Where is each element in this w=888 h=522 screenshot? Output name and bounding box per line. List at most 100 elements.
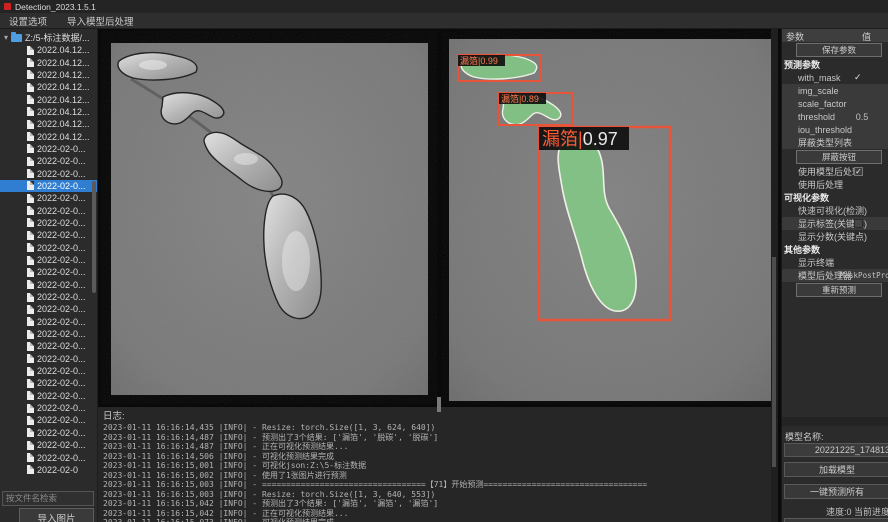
tree-item-label: 2022-02-0... xyxy=(37,267,86,277)
window-title: Detection_2023.1.5.1 xyxy=(15,2,96,12)
tree-item[interactable]: 2022-02-0... xyxy=(0,427,97,439)
tree-root-folder[interactable]: ▾ Z:/5-标注数据/... xyxy=(0,31,97,44)
tree-item-label: 2022.04.12... xyxy=(37,119,90,129)
postprocess-params-button[interactable]: 后处理参数设置 xyxy=(784,518,888,522)
tree-item[interactable]: 2022-02-0... xyxy=(0,254,97,266)
tree-item[interactable]: 2022-02-0... xyxy=(0,291,97,303)
checkmark-icon[interactable]: ✓ xyxy=(854,72,862,83)
log-line: 2023-01-11 16:16:14,435 |INFO| - Resize:… xyxy=(103,423,771,433)
tree-item[interactable]: 2022-02-0... xyxy=(0,377,97,389)
tree-item[interactable]: 2022.04.12... xyxy=(0,56,97,68)
tree-item[interactable]: 2022-02-0... xyxy=(0,204,97,216)
checkbox-unchecked[interactable] xyxy=(854,219,863,228)
param-name: img_scale xyxy=(798,86,839,96)
param-row[interactable]: threshold0.5 xyxy=(782,110,888,123)
panel-splitter-handle[interactable] xyxy=(437,397,441,412)
checkbox-checked[interactable]: ✓ xyxy=(854,167,863,176)
center-scrollbar-track[interactable] xyxy=(771,29,778,522)
tree-item[interactable]: 2022-02-0... xyxy=(0,328,97,340)
tree-item-label: 2022-02-0... xyxy=(37,329,86,339)
param-row[interactable]: 屏蔽类型列表 xyxy=(782,136,888,149)
file-icon xyxy=(27,218,34,227)
param-row[interactable]: scale_factor xyxy=(782,97,888,110)
file-icon xyxy=(27,107,34,116)
param-row[interactable]: 使用后处理 xyxy=(782,178,888,191)
tree-item[interactable]: 2022-02-0... xyxy=(0,242,97,254)
tree-item[interactable]: 2022.04.12... xyxy=(0,69,97,81)
tree-item-label: 2022-02-0... xyxy=(37,156,86,166)
param-section-header: 其他参数 xyxy=(782,243,888,256)
load-model-button[interactable]: 加载模型 xyxy=(784,462,888,477)
file-icon xyxy=(27,83,34,92)
file-icon xyxy=(27,404,34,413)
tree-item[interactable]: 2022-02-0... xyxy=(0,266,97,278)
tree-item[interactable]: 2022-02-0... xyxy=(0,340,97,352)
tree-item[interactable]: 2022-02-0... xyxy=(0,390,97,402)
tree-item[interactable]: 2022-02-0... xyxy=(0,180,97,192)
param-action-button[interactable]: 保存参数 xyxy=(796,43,882,57)
tree-item[interactable]: 2022-02-0... xyxy=(0,155,97,167)
tree-item[interactable]: 2022-02-0... xyxy=(0,353,97,365)
param-value[interactable]: 0.5 xyxy=(842,112,882,122)
param-row[interactable]: 模型后处理器MaskPostPro xyxy=(782,269,888,282)
param-section-header: 预测参数 xyxy=(782,58,888,71)
param-value[interactable]: MaskPostPro xyxy=(840,271,888,280)
tree-item[interactable]: 2022.04.12... xyxy=(0,106,97,118)
param-row[interactable]: with_mask✓ xyxy=(782,71,888,84)
tree-item[interactable]: 2022-02-0 xyxy=(0,464,97,476)
param-action-button[interactable]: 屏蔽按钮 xyxy=(796,150,882,164)
file-icon xyxy=(27,144,34,153)
original-image-panel[interactable] xyxy=(101,31,437,404)
file-tree-items: 2022.04.12...2022.04.12...2022.04.12...2… xyxy=(0,44,97,476)
tree-item[interactable]: 2022-02-0... xyxy=(0,402,97,414)
tree-item[interactable]: 2022.04.12... xyxy=(0,44,97,56)
tree-item-label: 2022.04.12... xyxy=(37,58,90,68)
log-line: 2023-01-11 16:16:15,042 |INFO| - 预测出了3个结… xyxy=(103,499,771,509)
tree-item[interactable]: 2022-02-0... xyxy=(0,365,97,377)
tree-item[interactable]: 2022-02-0... xyxy=(0,316,97,328)
log-lines: 2023-01-11 16:16:14,435 |INFO| - Resize:… xyxy=(103,423,771,522)
file-icon xyxy=(27,317,34,326)
param-action-button[interactable]: 重新预测 xyxy=(796,283,882,297)
menu-item-import-postprocess[interactable]: 导入模型后处理 xyxy=(67,14,134,28)
tree-item[interactable]: 2022.04.12... xyxy=(0,93,97,105)
tree-item[interactable]: 2022-02-0... xyxy=(0,229,97,241)
import-images-button[interactable]: 导入图片 xyxy=(19,508,94,522)
tree-item[interactable]: 2022-02-0... xyxy=(0,279,97,291)
tree-item[interactable]: 2022-02-0... xyxy=(0,414,97,426)
param-row[interactable]: img_scale xyxy=(782,84,888,97)
predict-all-button[interactable]: 一键预测所有 xyxy=(784,484,888,499)
file-icon xyxy=(27,181,34,190)
file-icon xyxy=(27,330,34,339)
prediction-image-panel[interactable]: 漏箔|0.99 漏箔|0.89 漏箔|0.97 xyxy=(442,31,778,404)
param-row[interactable]: 显示分数(关键点) xyxy=(782,230,888,243)
tree-item-label: 2022-02-0... xyxy=(37,255,86,265)
tree-item[interactable]: 2022.04.12... xyxy=(0,130,97,142)
file-sidebar: ▾ Z:/5-标注数据/... 2022.04.12...2022.04.12.… xyxy=(0,29,98,522)
tree-item[interactable]: 2022-02-0... xyxy=(0,451,97,463)
param-row[interactable]: 快速可视化(检测) xyxy=(782,204,888,217)
menu-item-settings[interactable]: 设置选项 xyxy=(9,14,47,28)
tree-item[interactable]: 2022.04.12... xyxy=(0,118,97,130)
tree-item[interactable]: 2022-02-0... xyxy=(0,217,97,229)
tree-item-label: 2022-02-0... xyxy=(37,230,86,240)
log-panel[interactable]: 日志: 2023-01-11 16:16:14,435 |INFO| - Res… xyxy=(98,406,771,522)
center-scrollbar-handle[interactable] xyxy=(772,257,776,467)
search-input[interactable]: 按文件名检索 xyxy=(2,491,94,506)
param-row[interactable]: iou_threshold xyxy=(782,123,888,136)
chevron-down-icon[interactable]: ▾ xyxy=(4,34,8,42)
tree-item[interactable]: 2022-02-0... xyxy=(0,439,97,451)
log-line: 2023-01-11 16:16:15,003 |INFO| - Resize:… xyxy=(103,490,771,500)
tree-item[interactable]: 2022-02-0... xyxy=(0,167,97,179)
model-name-field[interactable]: 20221225_174813 xyxy=(784,443,888,457)
tree-item[interactable]: 2022.04.12... xyxy=(0,81,97,93)
tree-item-label: 2022-02-0... xyxy=(37,341,86,351)
param-row[interactable]: 使用模型后处理✓ xyxy=(782,165,888,178)
tree-item[interactable]: 2022-02-0... xyxy=(0,143,97,155)
param-row[interactable]: 显示标签(关键点) xyxy=(782,217,888,230)
param-row[interactable]: 显示终端 xyxy=(782,256,888,269)
tree-item[interactable]: 2022-02-0... xyxy=(0,303,97,315)
tree-item[interactable]: 2022-02-0... xyxy=(0,192,97,204)
file-icon xyxy=(27,293,34,302)
tree-scrollbar[interactable] xyxy=(92,181,96,293)
